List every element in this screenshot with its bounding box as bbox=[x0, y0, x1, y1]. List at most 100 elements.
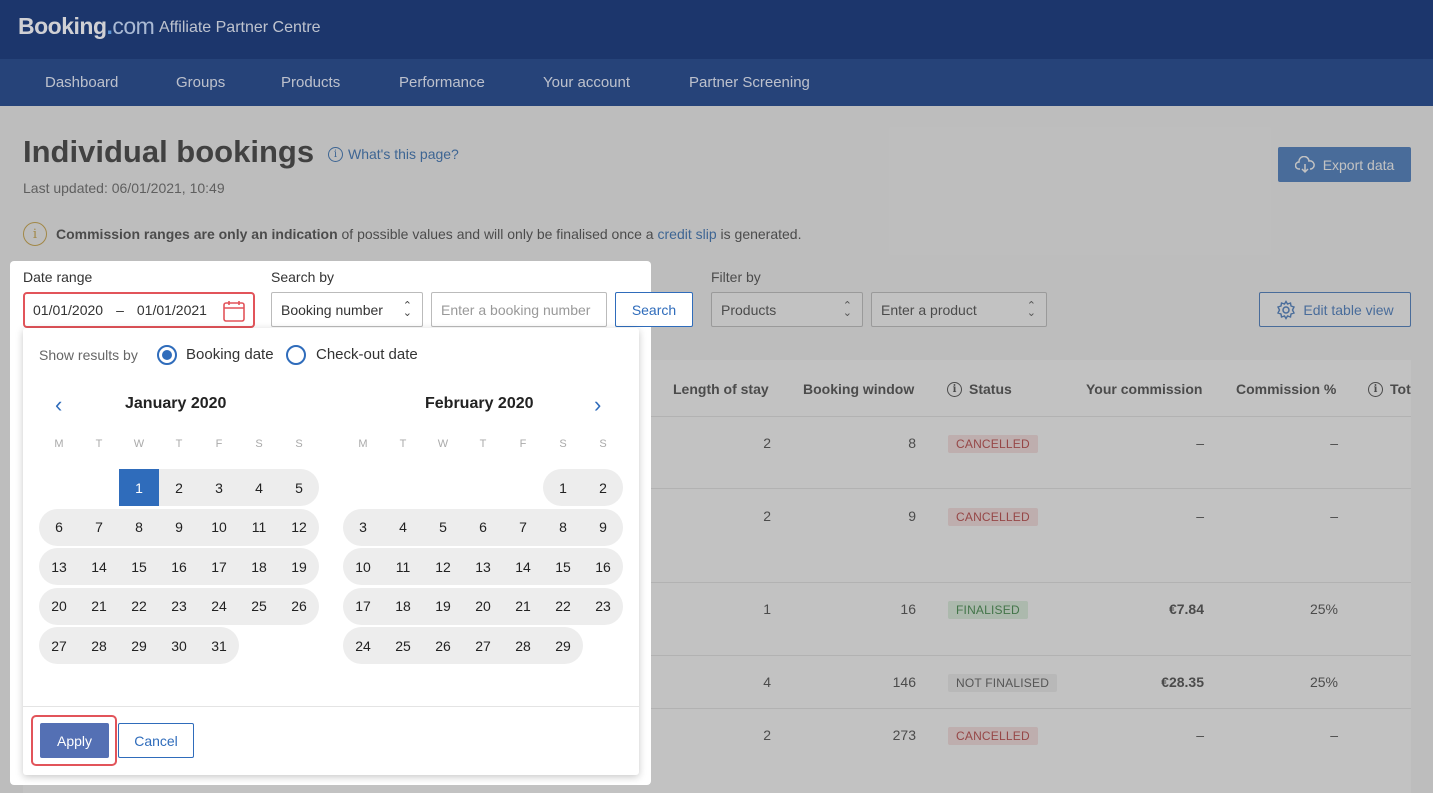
calendar-day[interactable]: 6 bbox=[463, 509, 503, 546]
calendar-day[interactable]: 23 bbox=[583, 588, 623, 625]
calendar-day[interactable]: 26 bbox=[423, 627, 463, 664]
calendar-day[interactable]: 16 bbox=[159, 548, 199, 585]
search-by-select[interactable]: Booking number ⌃ ⌄ bbox=[271, 292, 423, 327]
calendar-day[interactable]: 1 bbox=[119, 469, 159, 506]
radio-booking-date-label[interactable]: Booking date bbox=[186, 346, 274, 363]
search-button-label: Search bbox=[631, 301, 677, 318]
calendar-day[interactable]: 31 bbox=[199, 627, 239, 664]
calendar-day[interactable]: 14 bbox=[79, 548, 119, 585]
month-title-left: January 2020 bbox=[125, 395, 227, 412]
weekday-label: S bbox=[559, 438, 567, 450]
calendar-day[interactable]: 8 bbox=[543, 509, 583, 546]
calendar-day[interactable]: 25 bbox=[239, 588, 279, 625]
booking-number-placeholder: Enter a booking number bbox=[441, 301, 591, 318]
show-results-by-label: Show results by bbox=[39, 347, 138, 363]
radio-checkout-date[interactable] bbox=[286, 345, 306, 365]
picker-footer-divider bbox=[23, 706, 639, 707]
calendar-day[interactable]: 2 bbox=[159, 469, 199, 506]
calendar-day[interactable]: 17 bbox=[343, 588, 383, 625]
weekday-label: M bbox=[54, 438, 64, 450]
calendar-day[interactable]: 25 bbox=[383, 627, 423, 664]
calendar-day[interactable]: 22 bbox=[543, 588, 583, 625]
calendar-day[interactable]: 9 bbox=[583, 509, 623, 546]
calendar-day[interactable]: 21 bbox=[79, 588, 119, 625]
calendar-day[interactable]: 9 bbox=[159, 509, 199, 546]
month-title-right: February 2020 bbox=[425, 395, 534, 412]
calendar-day[interactable]: 5 bbox=[279, 469, 319, 506]
calendar-day[interactable]: 10 bbox=[343, 548, 383, 585]
calendar-day[interactable]: 21 bbox=[503, 588, 543, 625]
calendar-day[interactable]: 27 bbox=[39, 627, 79, 664]
weekday-label: W bbox=[133, 438, 145, 450]
calendar-day[interactable]: 7 bbox=[503, 509, 543, 546]
calendar-day[interactable]: 3 bbox=[343, 509, 383, 546]
weekday-label: T bbox=[399, 438, 407, 450]
cancel-button[interactable]: Cancel bbox=[118, 723, 194, 758]
calendar-day[interactable]: 22 bbox=[119, 588, 159, 625]
apply-button[interactable]: Apply bbox=[40, 723, 109, 758]
date-range-field[interactable]: 01/01/2020 – 01/01/2021 bbox=[23, 292, 255, 328]
date-from: 01/01/2020 bbox=[33, 302, 104, 318]
weekday-label: T bbox=[479, 438, 487, 450]
calendar-day[interactable]: 28 bbox=[503, 627, 543, 664]
calendar-day[interactable]: 15 bbox=[543, 548, 583, 585]
radio-checkout-date-label[interactable]: Check-out date bbox=[316, 346, 418, 363]
calendar-day[interactable]: 8 bbox=[119, 509, 159, 546]
date-separator: – bbox=[116, 302, 124, 318]
calendar-day[interactable]: 5 bbox=[423, 509, 463, 546]
weekday-label: M bbox=[358, 438, 368, 450]
calendar-day[interactable]: 23 bbox=[159, 588, 199, 625]
weekday-label: S bbox=[599, 438, 607, 450]
calendar-day[interactable]: 13 bbox=[39, 548, 79, 585]
calendar-day[interactable]: 18 bbox=[383, 588, 423, 625]
calendar-day[interactable]: 17 bbox=[199, 548, 239, 585]
chevron-left-icon[interactable]: ‹ bbox=[55, 392, 62, 418]
booking-number-input[interactable]: Enter a booking number bbox=[431, 292, 607, 327]
calendar-day[interactable]: 19 bbox=[423, 588, 463, 625]
calendar-day[interactable]: 29 bbox=[543, 627, 583, 664]
calendar-day[interactable]: 24 bbox=[199, 588, 239, 625]
calendar-day[interactable]: 12 bbox=[423, 548, 463, 585]
calendar-day[interactable]: 4 bbox=[239, 469, 279, 506]
calendar-day[interactable]: 28 bbox=[79, 627, 119, 664]
search-by-value: Booking number bbox=[281, 301, 383, 318]
calendar-day[interactable]: 18 bbox=[239, 548, 279, 585]
weekday-label: S bbox=[295, 438, 303, 450]
calendar-day[interactable]: 24 bbox=[343, 627, 383, 664]
calendar-day[interactable]: 12 bbox=[279, 509, 319, 546]
search-button[interactable]: Search bbox=[615, 292, 693, 327]
header-dim-overlay bbox=[0, 0, 1433, 106]
calendar-day[interactable]: 20 bbox=[463, 588, 503, 625]
calendar-day[interactable]: 14 bbox=[503, 548, 543, 585]
search-by-label: Search by bbox=[271, 269, 335, 285]
radio-booking-date[interactable] bbox=[157, 345, 177, 365]
calendar-day[interactable]: 27 bbox=[463, 627, 503, 664]
calendar-day[interactable]: 30 bbox=[159, 627, 199, 664]
calendar-day[interactable]: 3 bbox=[199, 469, 239, 506]
calendar-day[interactable]: 4 bbox=[383, 509, 423, 546]
calendar-day[interactable]: 13 bbox=[463, 548, 503, 585]
calendar-day[interactable]: 29 bbox=[119, 627, 159, 664]
calendar-day[interactable]: 11 bbox=[383, 548, 423, 585]
calendar-icon[interactable] bbox=[222, 299, 246, 323]
calendar-day[interactable]: 11 bbox=[239, 509, 279, 546]
chevron-right-icon[interactable]: › bbox=[594, 392, 601, 418]
weekday-label: T bbox=[95, 438, 103, 450]
calendar-day[interactable]: 15 bbox=[119, 548, 159, 585]
calendar-day[interactable]: 1 bbox=[543, 469, 583, 506]
date-picker: Show results by Booking date Check-out d… bbox=[23, 328, 639, 775]
calendar-day[interactable]: 10 bbox=[199, 509, 239, 546]
calendar-day[interactable]: 26 bbox=[279, 588, 319, 625]
calendar-day[interactable]: 16 bbox=[583, 548, 623, 585]
weekday-label: T bbox=[175, 438, 183, 450]
calendar-day[interactable]: 6 bbox=[39, 509, 79, 546]
calendar-day[interactable]: 19 bbox=[279, 548, 319, 585]
weekday-label: F bbox=[215, 438, 223, 450]
date-range-label: Date range bbox=[23, 269, 93, 285]
select-arrows-icon: ⌃ ⌄ bbox=[402, 299, 412, 319]
calendar-day[interactable]: 2 bbox=[583, 469, 623, 506]
weekday-label: W bbox=[437, 438, 449, 450]
calendar-day[interactable]: 20 bbox=[39, 588, 79, 625]
date-to: 01/01/2021 bbox=[136, 302, 207, 318]
calendar-day[interactable]: 7 bbox=[79, 509, 119, 546]
